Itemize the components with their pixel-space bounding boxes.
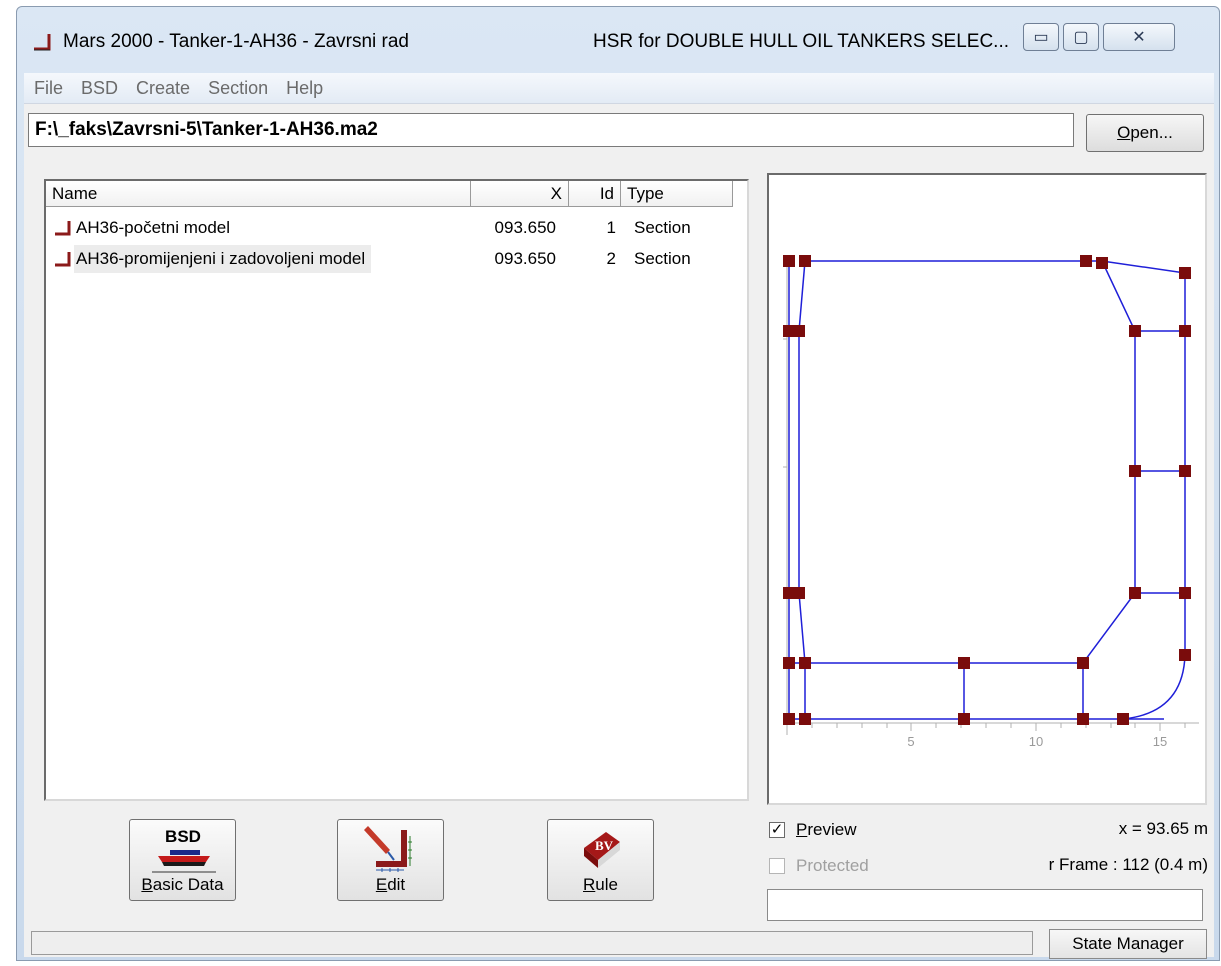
section-icon [55, 221, 71, 236]
basic-data-label: Basic Data [141, 875, 224, 894]
rule-button[interactable]: BV Rule [547, 819, 654, 901]
edit-icon [364, 826, 412, 872]
list-item-name: AH36-početni model [76, 218, 231, 237]
menu-bsd[interactable]: BSD [73, 78, 126, 99]
menu-help[interactable]: Help [278, 78, 331, 99]
open-button[interactable]: Open... [1086, 114, 1204, 152]
section-outline [788, 260, 1186, 720]
column-id-header[interactable]: Id [569, 181, 621, 207]
edit-button[interactable]: Edit [337, 819, 444, 901]
column-x-header[interactable]: X [471, 181, 569, 207]
list-item-type: Section [634, 249, 691, 268]
rule-label: Rule [583, 875, 618, 894]
list-item-id: 1 [606, 218, 616, 237]
column-name-header[interactable]: Name [46, 181, 471, 207]
minimize-button[interactable]: ▭ [1023, 23, 1059, 51]
close-icon: ✕ [1132, 29, 1146, 46]
book-icon: BV [584, 832, 620, 868]
protected-checkbox[interactable] [769, 858, 785, 874]
client-area: File BSD Create Section Help F:\_faks\Za… [24, 73, 1214, 959]
minimize-icon: ▭ [1033, 29, 1049, 46]
list-item-x: 093.650 [494, 218, 556, 237]
list-item[interactable]: AH36-početni model 093.650 1 Section [46, 213, 747, 243]
file-path-field[interactable]: F:\_faks\Zavrsni-5\Tanker-1-AH36.ma2 [28, 113, 1074, 147]
x-tick-15: 15 [1153, 734, 1167, 749]
x-position-readout: x = 93.65 m [1118, 819, 1208, 838]
title-bar[interactable]: Mars 2000 - Tanker-1-AH36 - Zavrsni rad … [17, 7, 1219, 73]
menu-create[interactable]: Create [128, 78, 198, 99]
status-bar [31, 931, 1033, 955]
bv-icon-text: BV [595, 838, 614, 853]
menu-file[interactable]: File [26, 78, 71, 99]
protected-checkbox-label[interactable]: Protected [796, 856, 869, 876]
window-title: Mars 2000 - Tanker-1-AH36 - Zavrsni rad [63, 31, 409, 52]
section-icon [55, 252, 71, 267]
section-preview[interactable]: 5 10 15 [767, 173, 1207, 805]
preview-checkbox[interactable]: ✓ [769, 822, 785, 838]
menu-section[interactable]: Section [200, 78, 276, 99]
state-manager-button[interactable]: State Manager [1049, 929, 1207, 959]
maximize-icon: ▢ [1073, 29, 1089, 46]
list-item-type: Section [634, 218, 691, 237]
list-item-name: AH36-promijenjeni i zadovoljeni model [74, 245, 372, 273]
basic-data-button[interactable]: BSD Basic Data [129, 819, 236, 901]
window-subtitle: HSR for DOUBLE HULL OIL TANKERS SELEC... [593, 31, 1010, 52]
ship-icon: BSD [152, 827, 216, 873]
list-header: Name X Id Type [46, 181, 747, 208]
close-button[interactable]: ✕ [1103, 23, 1175, 51]
menu-bar: File BSD Create Section Help [24, 73, 1214, 104]
x-tick-5: 5 [907, 734, 914, 749]
frame-readout: r Frame : 112 (0.4 m) [1048, 855, 1208, 874]
list-item-id: 2 [606, 249, 616, 268]
maximize-button[interactable]: ▢ [1063, 23, 1099, 51]
column-type-header[interactable]: Type [621, 181, 733, 207]
section-nodes [783, 255, 1191, 725]
list-item-x: 093.650 [494, 249, 556, 268]
preview-checkbox-label[interactable]: Preview [796, 820, 856, 840]
section-drawing: 5 10 15 [783, 255, 1199, 749]
x-tick-10: 10 [1029, 734, 1043, 749]
section-list[interactable]: Name X Id Type AH36-početni model 093.65… [44, 179, 749, 801]
main-window: Mars 2000 - Tanker-1-AH36 - Zavrsni rad … [16, 6, 1220, 961]
edit-label: Edit [375, 875, 406, 894]
bottom-axis [786, 722, 1199, 731]
app-icon [34, 34, 51, 51]
status-input-field[interactable] [767, 889, 1203, 921]
bsd-icon-text: BSD [165, 827, 201, 846]
list-item[interactable]: AH36-promijenjeni i zadovoljeni model 09… [46, 244, 747, 274]
